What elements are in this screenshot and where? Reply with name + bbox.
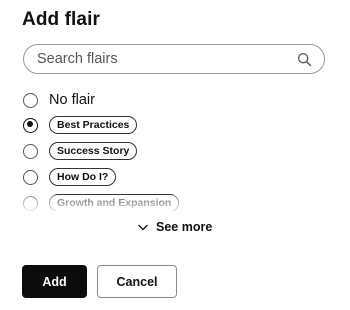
flair-option-label: No flair bbox=[49, 92, 95, 108]
flair-chip: Best Practices bbox=[49, 116, 138, 134]
add-button[interactable]: Add bbox=[22, 265, 87, 298]
see-more-label: See more bbox=[156, 220, 213, 234]
flair-chip: How Do I? bbox=[49, 168, 117, 186]
flair-option-success-story[interactable]: Success Story bbox=[23, 140, 138, 162]
flair-chip: Growth and Expansion bbox=[49, 194, 180, 211]
flair-option-best-practices[interactable]: Best Practices bbox=[23, 114, 138, 136]
radio-button[interactable] bbox=[23, 195, 38, 211]
flair-option-how-do-i[interactable]: How Do I? bbox=[23, 166, 117, 188]
radio-button[interactable] bbox=[23, 143, 38, 159]
search-input[interactable] bbox=[24, 46, 287, 72]
flair-option-no-flair[interactable]: No flair bbox=[23, 89, 95, 111]
see-more-button[interactable]: See more bbox=[138, 220, 212, 234]
flair-chip: Success Story bbox=[49, 142, 138, 160]
flair-option-growth-and-expansion[interactable]: Growth and Expansion bbox=[23, 192, 180, 211]
dialog-title: Add flair bbox=[22, 9, 100, 30]
radio-button[interactable] bbox=[23, 169, 38, 185]
radio-button-selected[interactable] bbox=[23, 117, 38, 133]
flair-options-list: No flair Best Practices Success Story Ho… bbox=[23, 89, 323, 211]
radio-button[interactable] bbox=[23, 92, 38, 108]
cancel-button[interactable]: Cancel bbox=[97, 265, 177, 298]
search-icon[interactable] bbox=[297, 52, 312, 67]
add-flair-dialog: Add flair No flair Best Practices Succes… bbox=[0, 0, 350, 310]
chevron-down-icon bbox=[138, 224, 148, 230]
search-box[interactable] bbox=[23, 44, 325, 74]
